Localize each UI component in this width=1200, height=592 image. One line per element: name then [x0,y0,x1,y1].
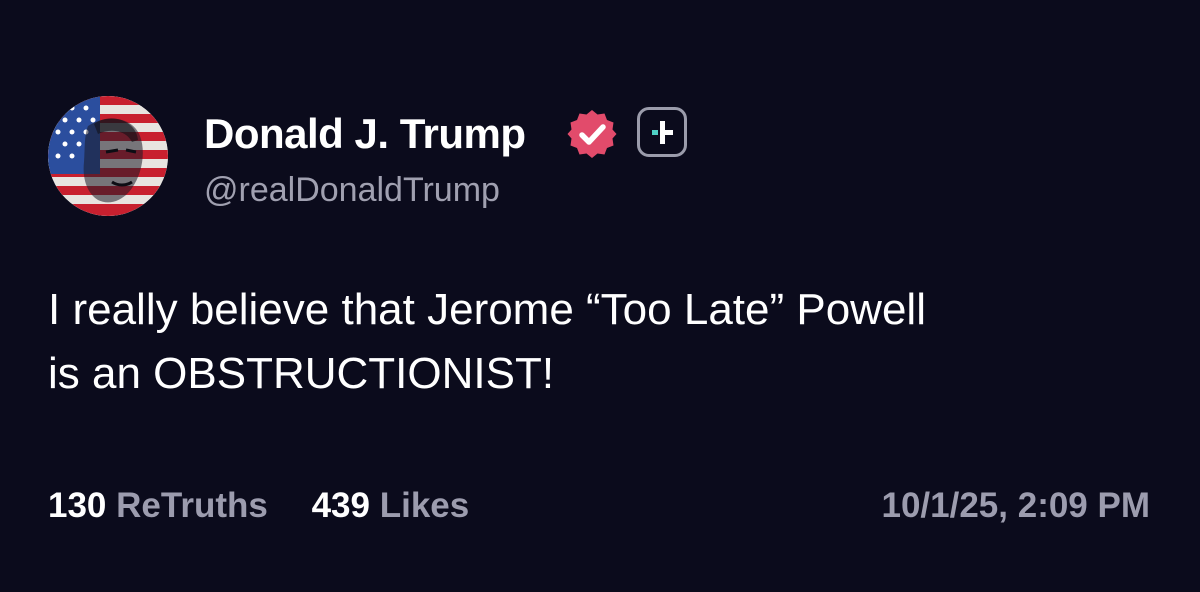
post-card: Donald J. Trump @realDonaldTrump I reall… [0,0,1200,592]
post-stats: 130 ReTruths 439 Likes [48,484,503,528]
likes-label: Likes [379,486,470,525]
user-handle[interactable]: @realDonaldTrump [204,170,500,210]
likes-count: 439 [311,486,370,525]
flag-portrait-avatar-icon [48,96,168,216]
post-text: I really believe that Jerome “Too Late” … [48,285,926,398]
retruths-stat[interactable]: 130 ReTruths [48,484,268,528]
verified-badge-icon [566,108,618,160]
retruths-label: ReTruths [116,486,268,525]
likes-stat[interactable]: 439 Likes [312,484,470,528]
avatar[interactable] [48,96,168,216]
post-timestamp[interactable]: 10/1/25, 2:09 PM [882,484,1151,528]
plus-badge-icon [637,107,687,157]
display-name[interactable]: Donald J. Trump [204,110,526,158]
retruths-count: 130 [48,486,107,525]
